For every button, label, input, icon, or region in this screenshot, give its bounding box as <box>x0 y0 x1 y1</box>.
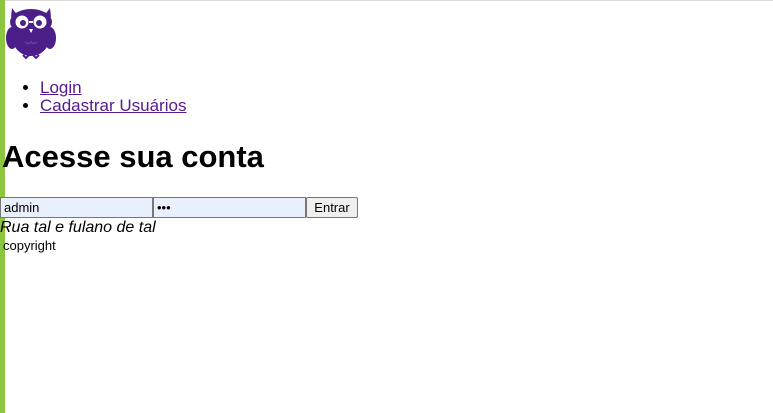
main-nav: Login Cadastrar Usuários <box>0 79 186 115</box>
password-field[interactable] <box>153 197 306 218</box>
page-title: Acesse sua conta <box>2 139 264 174</box>
top-border <box>0 0 773 1</box>
page: Login Cadastrar Usuários Acesse sua cont… <box>0 0 773 413</box>
owl-logo-icon <box>6 8 56 60</box>
register-users-link[interactable]: Cadastrar Usuários <box>40 96 186 115</box>
login-form: Entrar <box>0 197 358 218</box>
nav-item-register: Cadastrar Usuários <box>40 97 186 115</box>
nav-item-login: Login <box>40 79 186 97</box>
address-text: Rua tal e fulano de tal <box>0 219 156 236</box>
submit-button[interactable]: Entrar <box>306 197 358 218</box>
copyright-text: copyright <box>3 238 56 253</box>
login-link[interactable]: Login <box>40 78 82 97</box>
username-field[interactable] <box>0 197 153 218</box>
